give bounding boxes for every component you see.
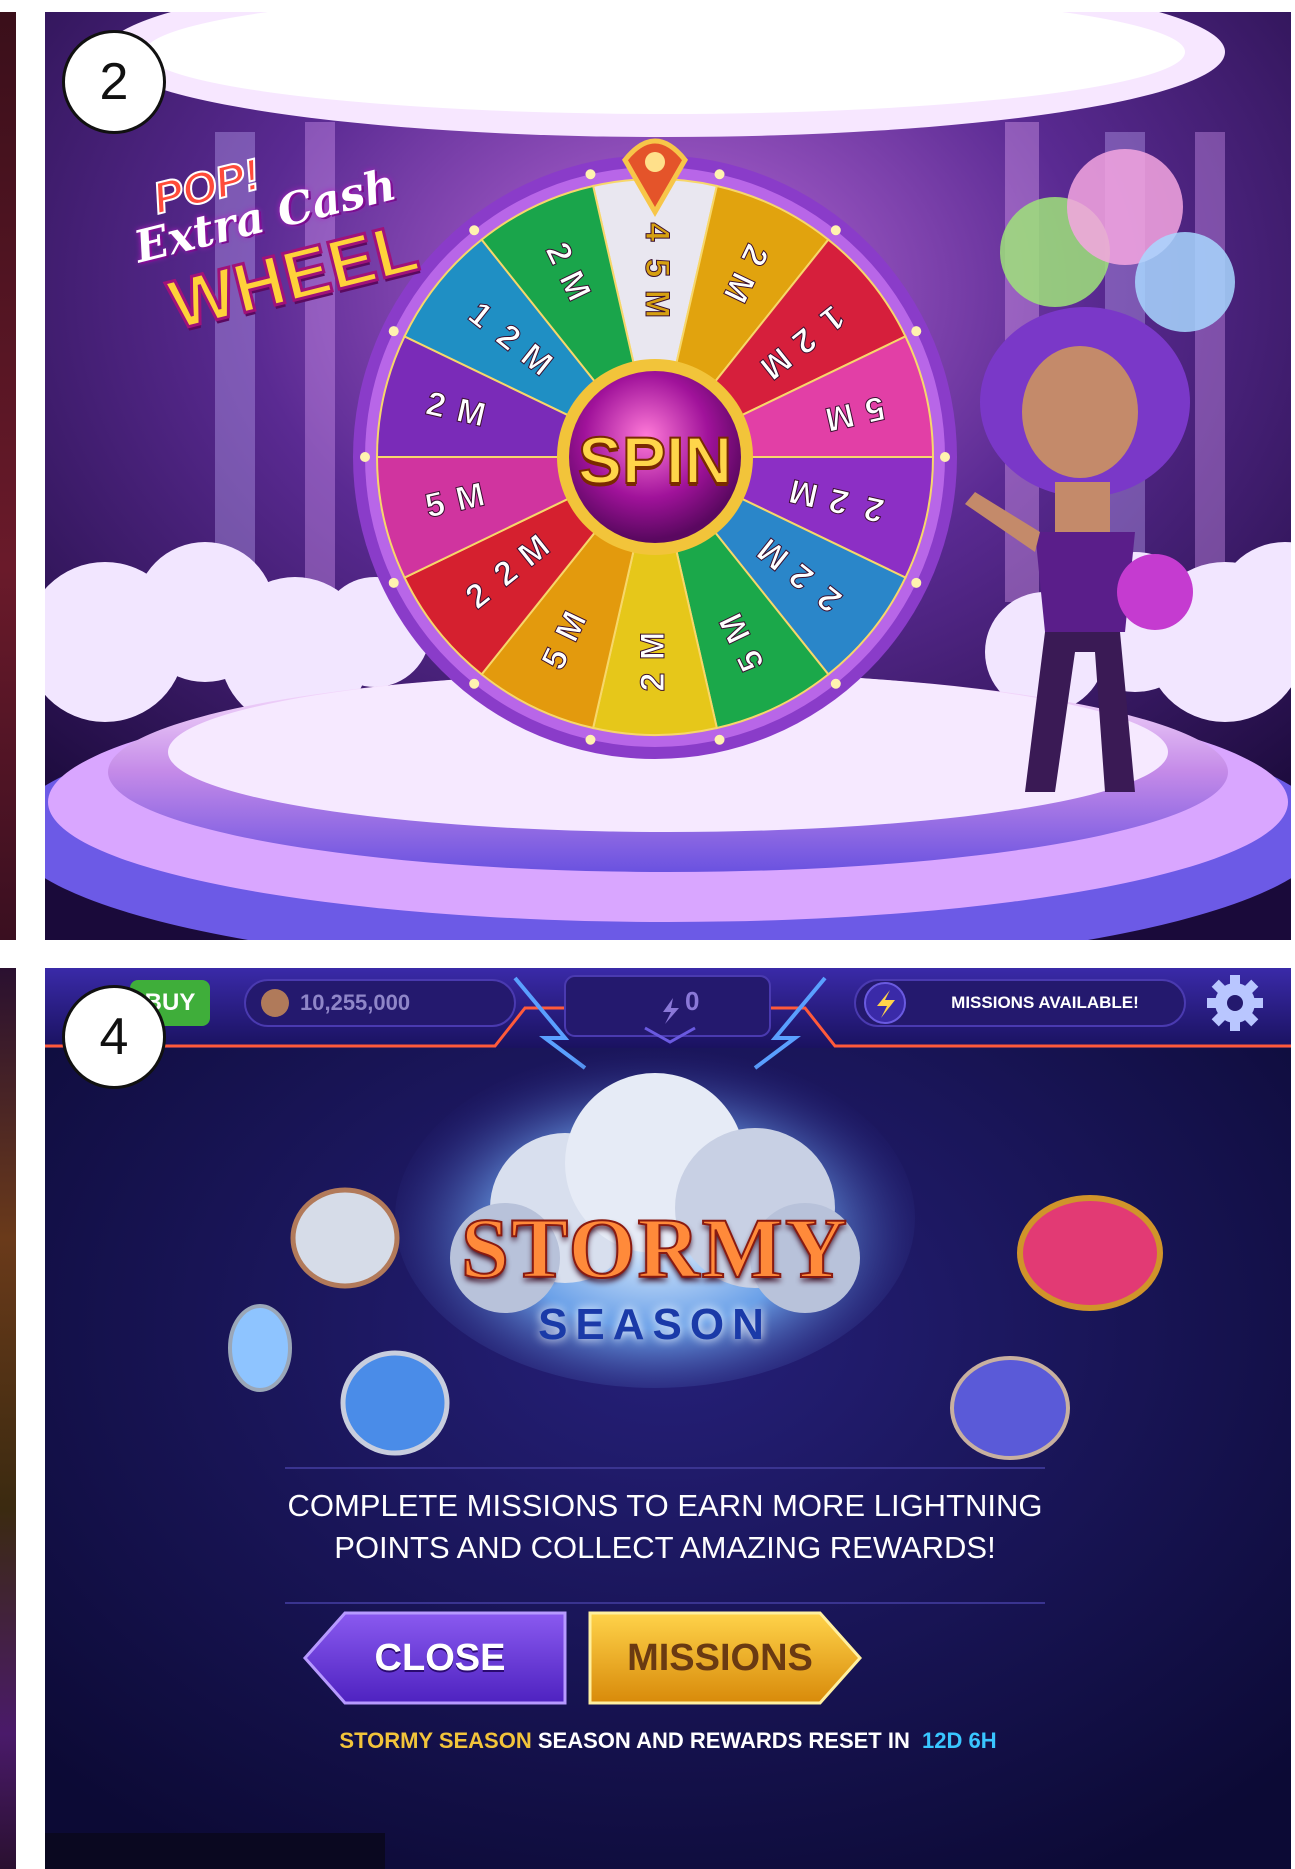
wheel-segment-label: M [634,632,672,660]
wheel-screen: 45M2M12M5M22M22M5M2M5M22M5M2M12M2M SPIN … [45,12,1291,940]
left-edge-strip-top [0,12,16,940]
coin-icon [261,989,289,1017]
rim-light [830,225,841,236]
gem-purple-lightning [950,1356,1070,1460]
reset-text: SEASON AND REWARDS RESET IN [537,1728,910,1753]
season-reset-footer: STORMY SEASON SEASON AND REWARDS RESET I… [45,1728,1291,1754]
rim-light [585,169,596,180]
missions-button[interactable]: MISSIONS [590,1613,850,1703]
time-left: 12D 6H [922,1728,997,1753]
rim-light [388,577,399,588]
season-subtitle: SEASON [538,1300,772,1349]
rim-light [940,452,950,462]
spin-button-label[interactable]: SPIN [560,422,750,498]
description-line-2: POINTS AND COLLECT AMAZING REWARDS! [334,1530,996,1565]
season-name: STORMY SEASON [339,1728,532,1753]
wheel-segment-label: 5 [638,259,676,278]
gem-red [1017,1195,1163,1311]
description-line-1: COMPLETE MISSIONS TO EARN MORE LIGHTNING [287,1488,1043,1523]
step-badge-4: 4 [62,985,166,1089]
stormy-season-screen: BUY 10,255,000 0 MISSIONS AVAILABLE! STO… [45,968,1291,1869]
gem-silver [290,1187,400,1289]
rim-light [714,734,725,745]
wheel-segment-label: 2 [634,673,672,692]
wheel-segment-label: M [638,290,676,318]
rim-light [360,452,370,462]
rim-light [911,326,922,337]
missions-available-label[interactable]: MISSIONS AVAILABLE! [915,980,1175,1026]
step-badge-2: 2 [62,30,166,134]
stormy-title: STORMY [460,1199,849,1297]
gem-ice-small [228,1304,292,1392]
close-button[interactable]: CLOSE [315,1613,565,1703]
left-edge-strip-bottom [0,968,16,1869]
rim-light [585,734,596,745]
lightning-count: 0 [685,986,700,1016]
wheel-segment-label: 4 [638,223,676,242]
rim-light [830,678,841,689]
coin-balance: 10,255,000 [300,990,411,1015]
rim-light [911,577,922,588]
rim-light [469,678,480,689]
gem-blue-storm [340,1350,450,1456]
rim-light [714,169,725,180]
rim-light [388,326,399,337]
settings-gear-icon[interactable] [1207,975,1263,1031]
